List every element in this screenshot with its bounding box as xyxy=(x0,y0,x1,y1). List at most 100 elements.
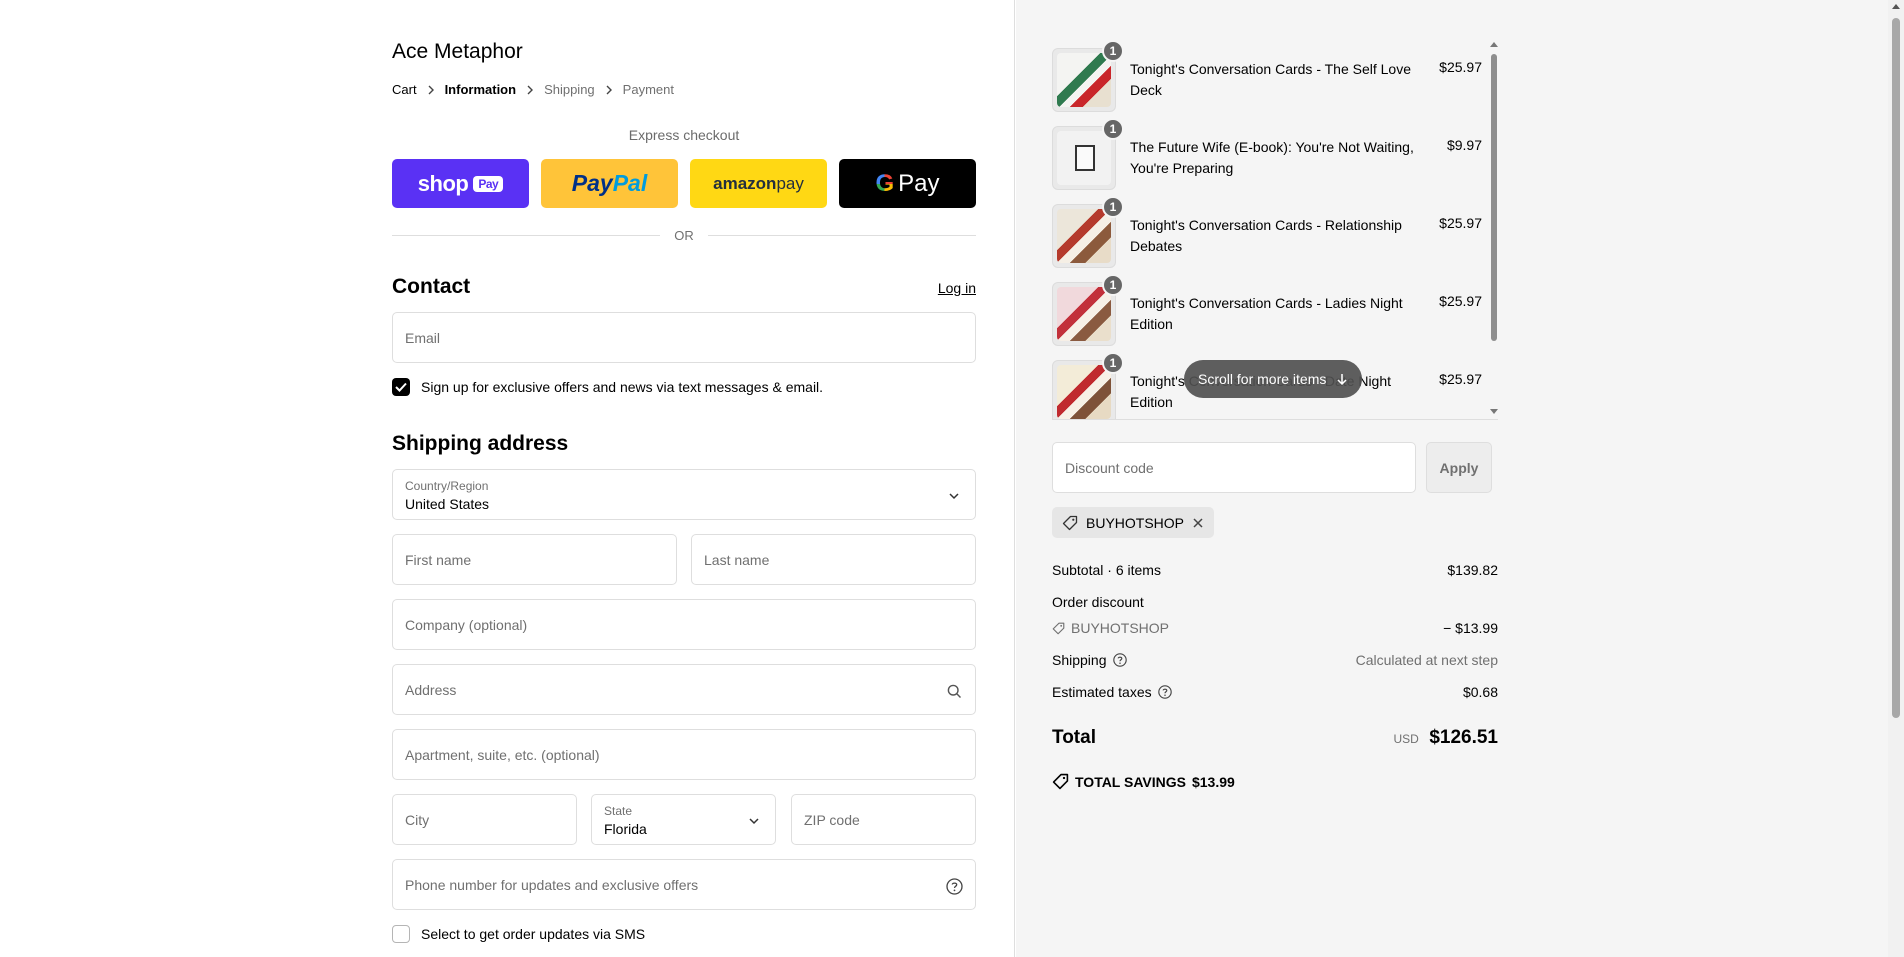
shop-pay-button[interactable]: shop Pay xyxy=(392,159,529,208)
tag-icon xyxy=(1052,773,1069,790)
email-field[interactable]: Email xyxy=(392,312,976,363)
cart-items-list[interactable]: 1 Tonight's Conversation Cards - The Sel… xyxy=(1052,42,1498,420)
discount-placeholder: Discount code xyxy=(1065,460,1154,476)
state-label: State xyxy=(604,804,633,818)
amazon-logo: amazon xyxy=(713,173,777,193)
discount-code-input[interactable]: Discount code xyxy=(1052,442,1416,493)
sms-checkbox[interactable] xyxy=(392,925,410,943)
apartment-placeholder: Apartment, suite, etc. (optional) xyxy=(405,747,600,763)
chevron-down-icon xyxy=(745,812,763,830)
breadcrumb-cart[interactable]: Cart xyxy=(392,82,417,97)
page-scrollbar[interactable] xyxy=(1888,0,1904,957)
help-circle-icon[interactable] xyxy=(945,877,963,895)
last-name-placeholder: Last name xyxy=(704,552,770,568)
country-value: United States xyxy=(405,496,490,512)
store-name[interactable]: Ace Metaphor xyxy=(392,40,523,64)
phone-placeholder: Phone number for updates and exclusive o… xyxy=(405,877,699,893)
item-price: $25.97 xyxy=(1439,293,1482,309)
tag-icon xyxy=(1052,622,1065,634)
item-name: Tonight's Conversation Cards - The Self … xyxy=(1130,61,1412,98)
signup-checkbox[interactable] xyxy=(392,378,410,396)
taxes-label: Estimated taxes xyxy=(1052,684,1152,700)
product-thumbnail: 1 xyxy=(1052,118,1124,190)
zip-field[interactable]: ZIP code xyxy=(791,794,976,845)
scroll-hint-label: Scroll for more items xyxy=(1198,371,1327,387)
discount-value: − $13.99 xyxy=(1443,620,1498,636)
chevron-down-icon xyxy=(945,487,963,505)
tag-icon xyxy=(1062,515,1078,530)
paypal-logo-pay: Pay xyxy=(571,170,613,196)
savings-label: TOTAL SAVINGS xyxy=(1075,773,1186,790)
total-value: $126.51 xyxy=(1429,727,1498,748)
item-name: Tonight's Conversation Cards - Ladies Ni… xyxy=(1130,295,1403,332)
city-field[interactable]: City xyxy=(392,794,577,845)
item-price: $9.97 xyxy=(1446,137,1482,153)
state-select[interactable]: State Florida xyxy=(591,794,776,845)
remove-discount-close-icon[interactable] xyxy=(1192,517,1204,529)
page-scrollbar-thumb[interactable] xyxy=(1892,18,1900,718)
applied-discount-tag: BUYHOTSHOP xyxy=(1052,507,1215,538)
quantity-badge: 1 xyxy=(1102,274,1124,296)
sms-updates-row[interactable]: Select to get order updates via SMS xyxy=(392,925,645,943)
search-icon xyxy=(945,682,963,700)
zip-placeholder: ZIP code xyxy=(804,812,860,828)
address-field[interactable]: Address xyxy=(392,664,976,715)
cart-item: 1 Tonight's Conversation Cards - The Sel… xyxy=(1052,42,1482,112)
subtotal-value: $139.82 xyxy=(1447,562,1498,578)
breadcrumb-payment: Payment xyxy=(622,82,674,97)
breadcrumb-information: Information xyxy=(444,82,517,97)
country-label: Country/Region xyxy=(405,479,489,493)
paypal-button[interactable]: Pay Pal xyxy=(541,159,678,208)
scroll-up-arrow-icon[interactable] xyxy=(1490,42,1498,47)
shop-pay-badge: Pay xyxy=(473,175,504,192)
product-thumbnail: 1 xyxy=(1052,274,1124,346)
product-thumbnail: 1 xyxy=(1052,42,1124,112)
checkout-form-panel: Ace Metaphor Cart Information Shipping P… xyxy=(0,0,1015,957)
signup-offers-row[interactable]: Sign up for exclusive offers and news vi… xyxy=(392,378,823,396)
divider-line xyxy=(707,235,976,236)
taxes-value: $0.68 xyxy=(1462,684,1498,700)
scroll-up-arrow-icon[interactable] xyxy=(1892,4,1900,9)
amazon-pay-text: pay xyxy=(776,173,804,193)
google-pay-button[interactable]: G Pay xyxy=(839,159,976,208)
quantity-badge: 1 xyxy=(1102,196,1124,218)
items-scrollbar-thumb[interactable] xyxy=(1491,54,1497,341)
subtotal-row: Subtotal · 6 items $139.82 xyxy=(1052,562,1498,578)
login-link[interactable]: Log in xyxy=(938,280,976,296)
or-text: OR xyxy=(674,228,694,243)
quantity-badge: 1 xyxy=(1102,352,1124,374)
items-scrollbar[interactable] xyxy=(1490,42,1498,419)
help-circle-icon[interactable] xyxy=(1112,653,1127,667)
total-label: Total xyxy=(1052,727,1096,748)
apply-discount-button[interactable]: Apply xyxy=(1426,442,1492,493)
discount-code-label: BUYHOTSHOP xyxy=(1071,620,1170,636)
city-placeholder: City xyxy=(405,812,430,828)
order-discount-row: Order discount xyxy=(1052,594,1498,610)
apartment-field[interactable]: Apartment, suite, etc. (optional) xyxy=(392,729,976,780)
quantity-badge: 1 xyxy=(1102,118,1124,140)
scroll-for-more-button[interactable]: Scroll for more items xyxy=(1184,360,1363,398)
phone-field[interactable]: Phone number for updates and exclusive o… xyxy=(392,859,976,910)
first-name-field[interactable]: First name xyxy=(392,534,677,585)
item-price: $25.97 xyxy=(1439,371,1482,387)
shop-pay-logo: shop xyxy=(417,170,469,196)
google-pay-text: Pay xyxy=(898,169,940,197)
signup-label: Sign up for exclusive offers and news vi… xyxy=(421,379,824,395)
chevron-right-icon xyxy=(516,85,544,95)
google-g-icon: G xyxy=(875,169,895,197)
last-name-field[interactable]: Last name xyxy=(691,534,976,585)
country-select[interactable]: Country/Region United States xyxy=(392,469,976,520)
help-circle-icon[interactable] xyxy=(1157,685,1172,699)
company-placeholder: Company (optional) xyxy=(405,617,528,633)
item-price: $25.97 xyxy=(1439,59,1482,75)
amazon-pay-button[interactable]: amazon pay xyxy=(690,159,827,208)
breadcrumb-shipping: Shipping xyxy=(544,82,595,97)
subtotal-label: Subtotal · 6 items xyxy=(1052,562,1161,578)
paypal-logo-pal: Pal xyxy=(612,170,648,196)
first-name-placeholder: First name xyxy=(405,552,472,568)
company-field[interactable]: Company (optional) xyxy=(392,599,976,650)
order-discount-label: Order discount xyxy=(1052,594,1144,610)
scroll-down-arrow-icon[interactable] xyxy=(1490,409,1498,414)
state-value: Florida xyxy=(604,821,647,837)
cart-item: 1 Tonight's Conversation Cards - Ladies … xyxy=(1052,274,1482,346)
